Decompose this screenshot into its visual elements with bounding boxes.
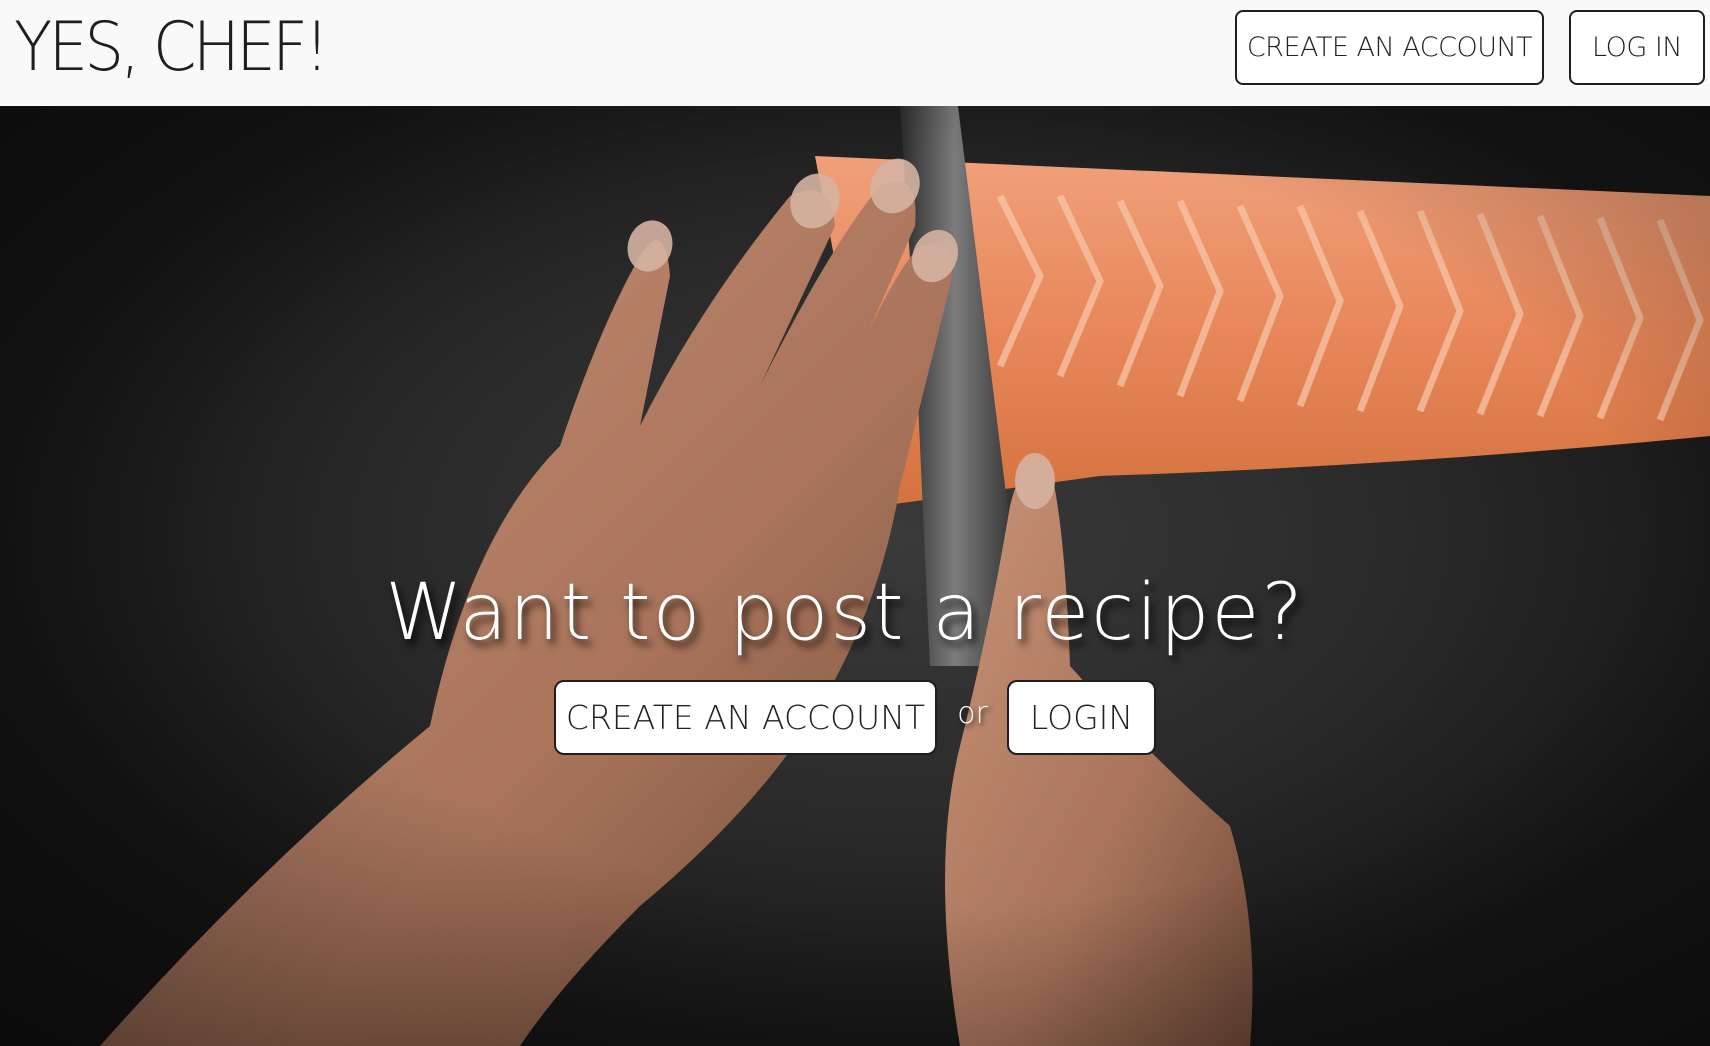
hero-login-button[interactable]: LOGIN: [1007, 680, 1156, 755]
brand-logo[interactable]: YES, CHEF!: [14, 8, 329, 88]
hero-headline: Want to post a recipe?: [385, 568, 1305, 658]
nav-create-account-button[interactable]: CREATE AN ACCOUNT: [1235, 10, 1544, 85]
hero-create-account-button[interactable]: CREATE AN ACCOUNT: [554, 680, 937, 755]
nav-login-button[interactable]: LOG IN: [1569, 10, 1705, 85]
top-navbar: YES, CHEF! CREATE AN ACCOUNT LOG IN: [0, 0, 1710, 106]
hero-or-separator: or: [957, 696, 988, 731]
hero-section: Want to post a recipe? CREATE AN ACCOUNT…: [0, 106, 1710, 1046]
